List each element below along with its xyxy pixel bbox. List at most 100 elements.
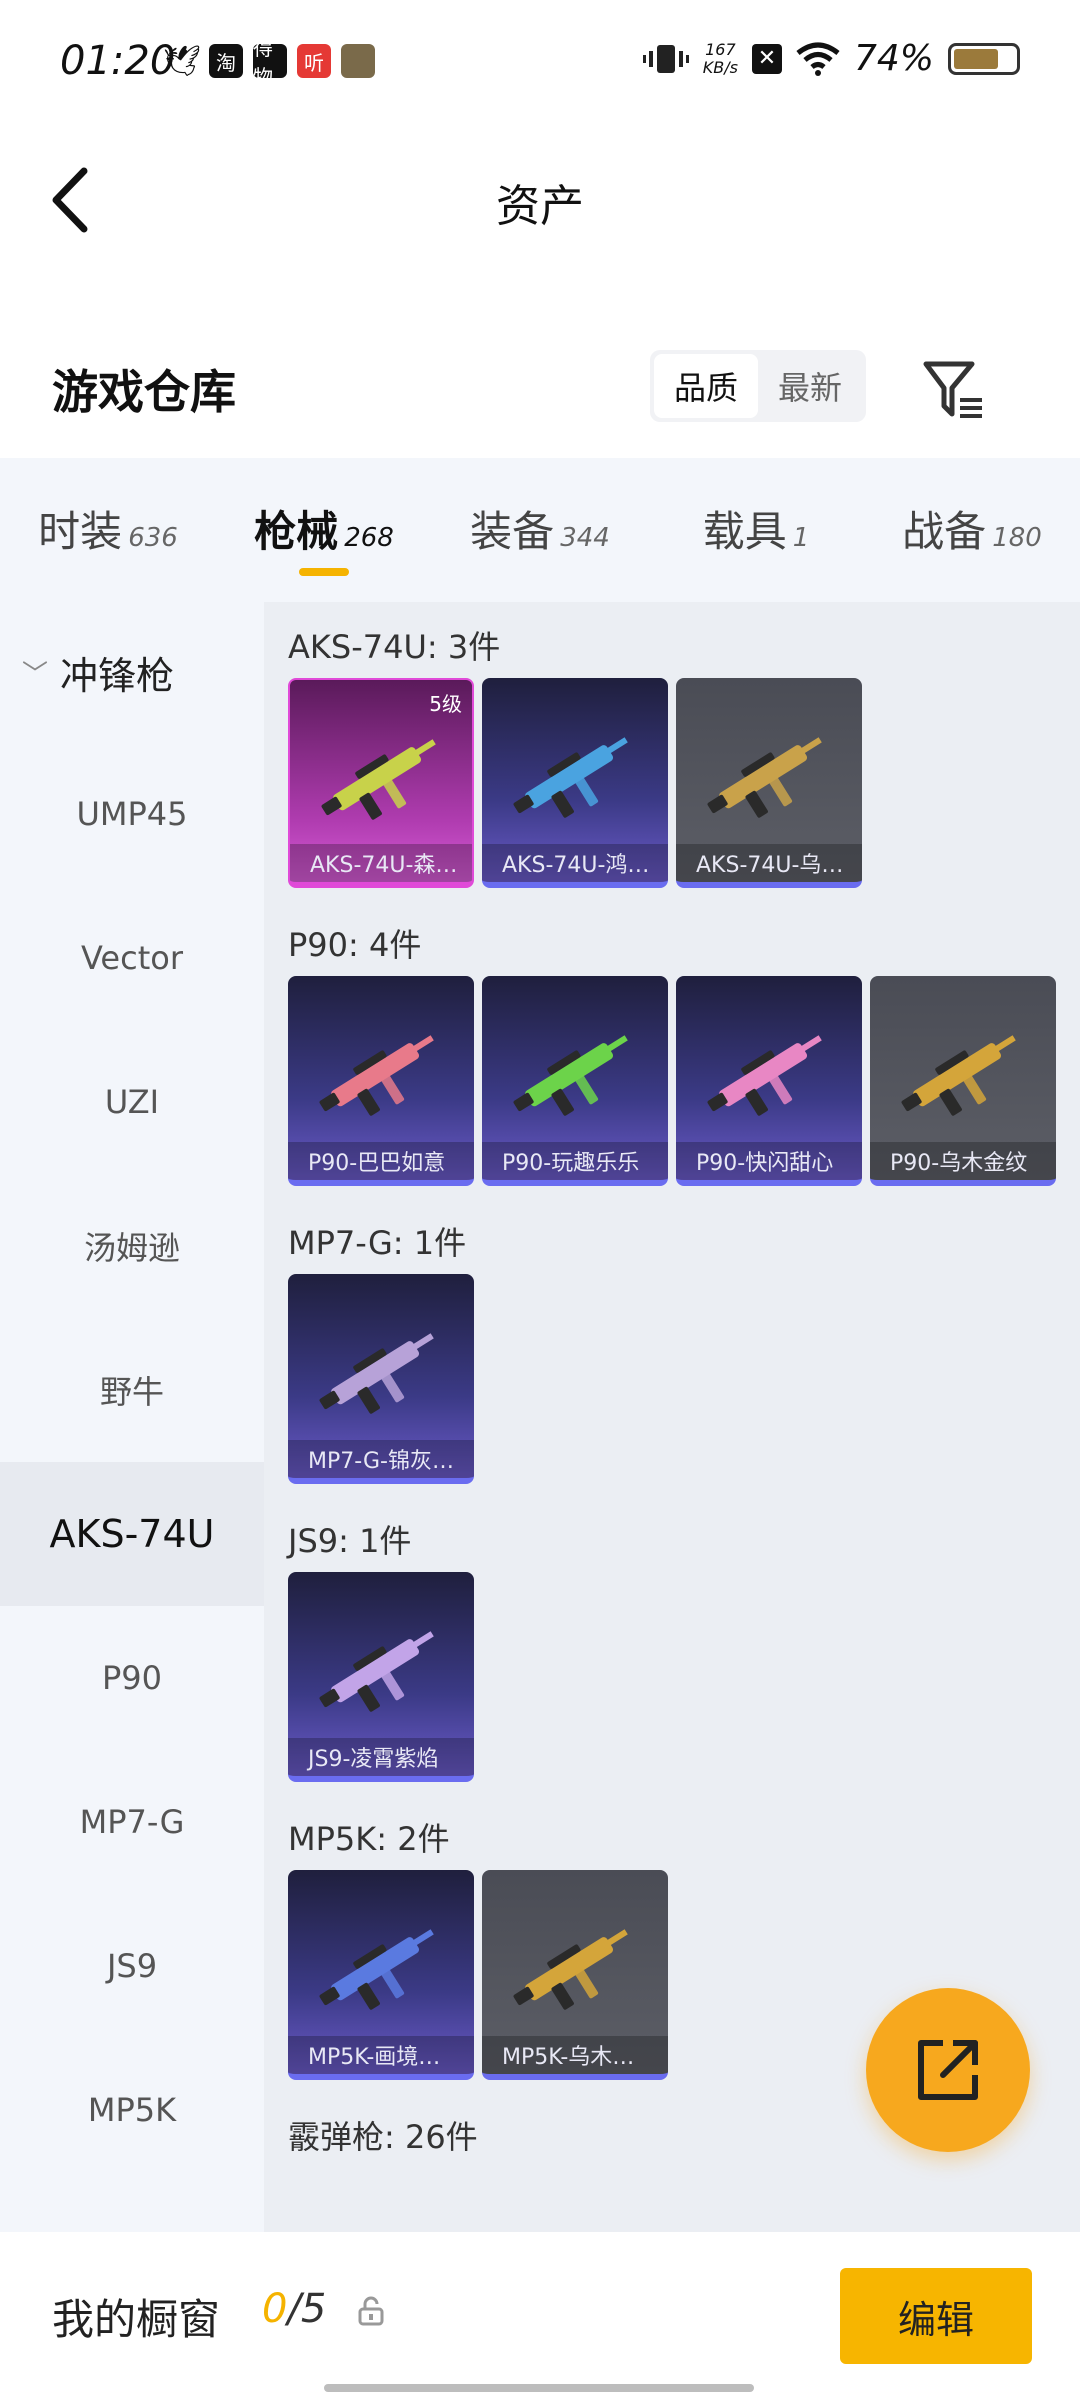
weapon-name: MP7-G-锦灰…	[288, 1440, 474, 1478]
warehouse-title: 游戏仓库	[52, 365, 236, 419]
sidebar-group-label: 冲锋枪	[60, 653, 175, 698]
sidebar-item--[interactable]: 汤姆逊	[0, 1174, 264, 1318]
lock-icon	[358, 2296, 384, 2326]
app-header: 资产	[0, 130, 1080, 260]
group-title: MP7-G: 1件	[288, 1224, 467, 1262]
weapon-image	[319, 1035, 434, 1116]
weapon-card[interactable]: MP7-G-锦灰…	[288, 1274, 474, 1484]
network-speed-value: 167	[705, 39, 736, 59]
weapon-card[interactable]: P90-快闪甜心	[676, 976, 862, 1186]
notification-icons: 🕊 淘得物听	[162, 36, 375, 89]
weapon-group: AKS-74U: 3件 5级 AKS-74U-森… AKS-74U-鸿… AKS-74U…	[264, 602, 1080, 888]
share-button[interactable]	[866, 1988, 1030, 2152]
weapon-card[interactable]: JS9-凌霄紫焰	[288, 1572, 474, 1782]
status-indicators: 167 KB/s ✕ 74%	[642, 38, 1020, 79]
weapon-name: AKS-74U-森…	[290, 844, 472, 882]
network-speed: 167 KB/s	[702, 39, 738, 77]
weapon-card[interactable]: MP5K-画境…	[288, 1870, 474, 2080]
weapon-grid: AKS-74U: 3件 5级 AKS-74U-森… AKS-74U-鸿… AKS-74U…	[264, 602, 1080, 2232]
group-title: P90: 4件	[288, 926, 422, 964]
showcase-count-total: /5	[287, 2286, 327, 2332]
page-title: 资产	[496, 181, 584, 232]
tab-label: 时装	[38, 507, 123, 556]
group-title: AKS-74U: 3件	[288, 628, 501, 666]
tab-4[interactable]: 战备 180	[864, 458, 1080, 602]
tab-3[interactable]: 载具 1	[648, 458, 864, 602]
network-speed-unit: KB/s	[702, 57, 738, 77]
tab-label: 战备	[902, 507, 987, 556]
tab-count: 636	[128, 523, 178, 553]
weapon-image	[321, 739, 436, 820]
weapon-card[interactable]: P90-巴巴如意	[288, 976, 474, 1186]
share-external-icon	[918, 2040, 978, 2100]
weapon-image	[513, 1929, 628, 2010]
clock: 01:20	[60, 38, 176, 84]
tab-count: 180	[992, 523, 1042, 553]
weapon-image	[513, 737, 628, 818]
status-bar: 01:20 🕊 淘得物听 167 KB/s ✕ 74%	[0, 0, 1080, 130]
battery-percent: 74%	[853, 38, 934, 79]
sidebar-item-p90[interactable]: P90	[0, 1606, 264, 1750]
level-badge: 5级	[429, 692, 462, 716]
tab-label: 载具	[702, 507, 787, 556]
sort-by-quality-button[interactable]: 品质	[654, 354, 758, 418]
card-row: MP7-G-锦灰…	[288, 1274, 1080, 1484]
bird-icon: 🕊	[162, 43, 202, 79]
weapon-type-sidebar: ﹀ 冲锋枪 UMP45 Vector UZI 汤姆逊 野牛 AKS-74U P90 MP7-G…	[0, 602, 264, 2232]
filter-icon	[923, 361, 982, 418]
weapon-name: AKS-74U-鸿…	[482, 844, 668, 882]
sidebar-item-ump45[interactable]: UMP45	[0, 742, 264, 886]
weapon-name: P90-快闪甜心	[676, 1142, 862, 1180]
weapon-card[interactable]: MP5K-乌木…	[482, 1870, 668, 2080]
app-black-icon: 得物	[253, 36, 287, 89]
tab-1[interactable]: 枪械 268	[216, 458, 432, 602]
battery-level	[954, 48, 999, 69]
battery-icon	[948, 42, 1020, 75]
edit-button[interactable]: 编辑	[840, 2268, 1032, 2364]
weapon-card[interactable]: AKS-74U-乌…	[676, 678, 862, 888]
card-row: 5级 AKS-74U-森… AKS-74U-鸿… AKS-74U-乌…	[288, 678, 1080, 888]
tab-count: 268	[344, 523, 394, 553]
tab-2[interactable]: 装备 344	[432, 458, 648, 602]
sidebar-item-uzi[interactable]: UZI	[0, 1030, 264, 1174]
weapon-card[interactable]: 5级 AKS-74U-森…	[288, 678, 474, 888]
weapon-card[interactable]: P90-乌木金纹	[870, 976, 1056, 1186]
sidebar-item-vector[interactable]: Vector	[0, 886, 264, 1030]
showcase-bar: 我的橱窗 0/5 编辑	[0, 2232, 1080, 2400]
tab-0[interactable]: 时装 636	[0, 458, 216, 602]
weapon-image	[319, 1631, 434, 1712]
weapon-card[interactable]: AKS-74U-鸿…	[482, 678, 668, 888]
sidebar-item--[interactable]: 野牛	[0, 1318, 264, 1462]
sidebar-item-aks-74u[interactable]: AKS-74U	[0, 1462, 264, 1606]
weapon-image	[901, 1035, 1016, 1116]
warehouse-header: 游戏仓库 品质 最新	[0, 330, 1080, 450]
weapon-name: JS9-凌霄紫焰	[288, 1738, 474, 1776]
filter-button[interactable]	[920, 356, 988, 424]
weapon-name: P90-乌木金纹	[870, 1142, 1056, 1180]
game-app-icon	[341, 44, 375, 78]
vibrate-icon	[642, 44, 689, 73]
weapon-group: MP7-G: 1件 MP7-G-锦灰…	[264, 1198, 1080, 1484]
sidebar-item-js9[interactable]: JS9	[0, 1894, 264, 2038]
wifi-icon	[796, 42, 840, 76]
card-row: JS9-凌霄紫焰	[288, 1572, 1080, 1782]
sidebar-item-mp5k[interactable]: MP5K	[0, 2038, 264, 2182]
weapon-name: AKS-74U-乌…	[676, 844, 862, 882]
listen-app-icon: 听	[297, 44, 331, 78]
sort-by-newest-button[interactable]: 最新	[758, 354, 862, 418]
tab-count: 344	[560, 523, 610, 553]
group-title: MP5K: 2件	[288, 1820, 450, 1858]
no-sim-icon: ✕	[751, 43, 782, 74]
category-tabs: 时装 636 枪械 268 装备 344 载具 1 战备 180	[0, 458, 1080, 602]
tab-count: 1	[792, 523, 810, 553]
home-indicator[interactable]	[324, 2384, 754, 2392]
weapon-card[interactable]: P90-玩趣乐乐	[482, 976, 668, 1186]
weapon-name: P90-玩趣乐乐	[482, 1142, 668, 1180]
active-tab-indicator	[299, 568, 349, 576]
weapon-name: P90-巴巴如意	[288, 1142, 474, 1180]
weapon-group: JS9: 1件 JS9-凌霄紫焰	[264, 1496, 1080, 1782]
sidebar-group-smg[interactable]: ﹀ 冲锋枪	[0, 602, 264, 742]
weapon-image	[319, 1333, 434, 1414]
sidebar-item-mp7-g[interactable]: MP7-G	[0, 1750, 264, 1894]
card-row: P90-巴巴如意 P90-玩趣乐乐 P90-快闪甜心 P90-乌木金纹	[288, 976, 1080, 1186]
